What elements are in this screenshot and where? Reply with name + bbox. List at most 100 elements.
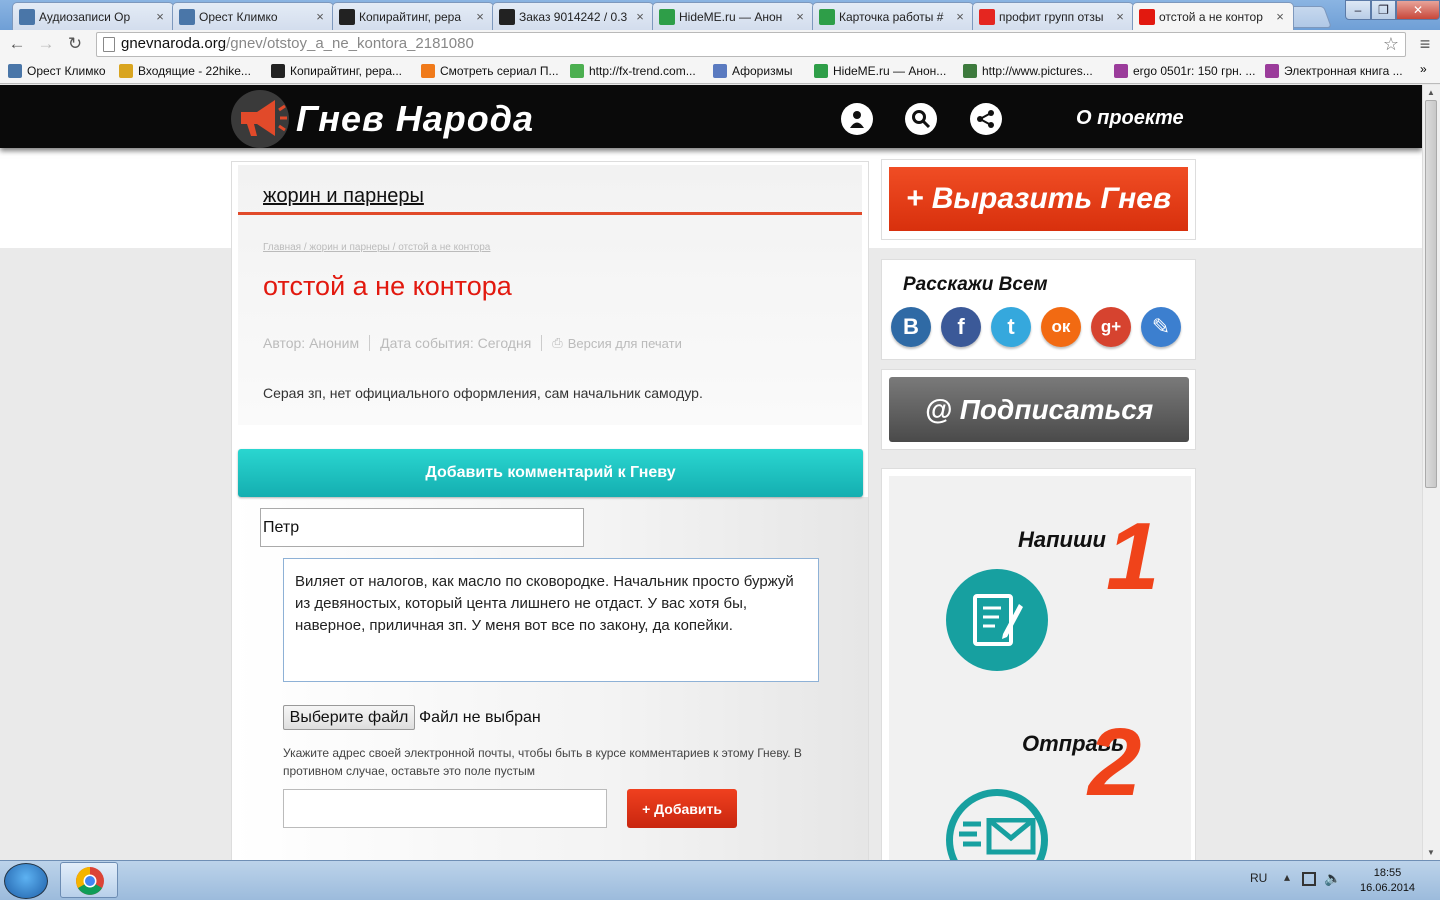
about-link[interactable]: О проекте bbox=[1076, 107, 1184, 130]
book-icon bbox=[1265, 64, 1279, 78]
author-label: Автор: Аноним bbox=[263, 335, 360, 351]
close-window-button[interactable]: ✕ bbox=[1396, 0, 1440, 20]
close-tab-icon[interactable]: × bbox=[633, 9, 647, 24]
bookmark-item[interactable]: ergo 0501r: 150 грн. ... bbox=[1114, 62, 1255, 80]
tab-1[interactable]: Аудиозаписи Ор × bbox=[12, 2, 174, 30]
close-tab-icon[interactable]: × bbox=[793, 9, 807, 24]
more-bookmarks-icon[interactable]: » bbox=[1420, 62, 1427, 76]
bookmark-star-icon[interactable]: ☆ bbox=[1383, 34, 1399, 55]
url-path: /gnev/otstoy_a_ne_kontora_2181080 bbox=[226, 35, 474, 52]
write-document-icon bbox=[946, 569, 1048, 671]
tab-title: Карточка работы # bbox=[839, 9, 944, 24]
email-field[interactable] bbox=[283, 789, 607, 828]
megaphone-icon[interactable] bbox=[231, 90, 289, 148]
bookmark-item[interactable]: Входящие - 22hike... bbox=[119, 62, 251, 80]
fx-icon bbox=[570, 64, 584, 78]
chrome-taskbar-button[interactable] bbox=[60, 862, 118, 898]
facebook-icon[interactable]: f bbox=[941, 307, 981, 347]
bookmark-item[interactable]: Афоризмы bbox=[713, 62, 792, 80]
page-title: отстой а не контора bbox=[263, 271, 512, 301]
a-icon bbox=[499, 8, 515, 25]
chrome-icon bbox=[76, 867, 104, 895]
category-link[interactable]: жорин и парнеры bbox=[263, 185, 424, 208]
ergo-icon bbox=[1114, 64, 1128, 78]
tab-6[interactable]: Карточка работы # × bbox=[812, 2, 974, 30]
add-comment-button[interactable]: + Добавить bbox=[627, 789, 737, 828]
restore-button[interactable]: ❐ bbox=[1371, 0, 1396, 20]
f-icon bbox=[421, 64, 435, 78]
tab-2[interactable]: Орест Климко × bbox=[172, 2, 334, 30]
livejournal-icon[interactable]: ✎ bbox=[1141, 307, 1181, 347]
choose-file-button[interactable]: Выберите файл bbox=[283, 705, 415, 730]
menu-icon[interactable]: ≡ bbox=[1414, 33, 1436, 55]
bookmark-label: ergo 0501r: 150 грн. ... bbox=[1133, 64, 1256, 78]
forward-button[interactable]: → bbox=[35, 33, 57, 55]
volume-icon[interactable]: 🔈 bbox=[1324, 870, 1341, 887]
share-title: Расскажи Всем bbox=[903, 274, 1048, 295]
close-tab-icon[interactable]: × bbox=[153, 9, 167, 24]
minimize-button[interactable]: – bbox=[1345, 0, 1371, 20]
bookmark-item[interactable]: Электронная книга ... bbox=[1265, 62, 1403, 80]
comment-textarea[interactable]: Виляет от налогов, как масло по сковород… bbox=[283, 558, 819, 682]
bookmark-item[interactable]: Копирайтинг, рера... bbox=[271, 62, 402, 80]
tray-arrow-icon[interactable]: ▴ bbox=[1284, 870, 1290, 884]
breadcrumb-current[interactable]: отстой а не контора bbox=[398, 242, 490, 253]
bookmark-item[interactable]: http://fx-trend.com... bbox=[570, 62, 696, 80]
odnoklassniki-icon[interactable]: ок bbox=[1041, 307, 1081, 347]
close-tab-icon[interactable]: × bbox=[473, 9, 487, 24]
tab-title: отстой а не контор bbox=[1159, 9, 1263, 24]
print-version-link[interactable]: Версия для печати bbox=[568, 336, 682, 351]
breadcrumb-category[interactable]: жорин и парнеры bbox=[309, 242, 389, 253]
close-tab-icon[interactable]: × bbox=[313, 9, 327, 24]
close-tab-icon[interactable]: × bbox=[1273, 9, 1287, 24]
bookmark-label: http://www.pictures... bbox=[982, 64, 1093, 78]
bookmark-item[interactable]: Орест Климко bbox=[8, 62, 106, 80]
close-tab-icon[interactable]: × bbox=[1113, 9, 1127, 24]
printer-icon: ⎙ bbox=[552, 335, 563, 350]
search-icon[interactable] bbox=[905, 103, 937, 135]
site-logo-text[interactable]: Гнев Народа bbox=[296, 98, 534, 140]
bookmark-item[interactable]: http://www.pictures... bbox=[963, 62, 1093, 80]
bookmark-label: Электронная книга ... bbox=[1284, 64, 1403, 78]
taskbar bbox=[0, 860, 1440, 900]
bookmark-item[interactable]: HideME.ru — Анон... bbox=[814, 62, 946, 80]
close-tab-icon[interactable]: × bbox=[953, 9, 967, 24]
address-bar[interactable]: gnevnaroda.org/gnev/otstoy_a_ne_kontora_… bbox=[96, 32, 1406, 57]
picture-icon bbox=[963, 64, 977, 78]
event-date-label: Дата события: Сегодня bbox=[380, 335, 532, 351]
tab-title: Аудиозаписи Ор bbox=[39, 9, 131, 24]
language-indicator[interactable]: RU bbox=[1250, 871, 1267, 885]
scroll-up-icon[interactable]: ▲ bbox=[1422, 85, 1440, 100]
bookmark-item[interactable]: Смотреть сериал П... bbox=[421, 62, 559, 80]
tab-5[interactable]: HideME.ru — Анон × bbox=[652, 2, 814, 30]
tab-7[interactable]: профит групп отзы × bbox=[972, 2, 1134, 30]
add-comment-header[interactable]: Добавить комментарий к Гневу bbox=[238, 449, 863, 497]
tab-4[interactable]: Заказ 9014242 / 0.3 × bbox=[492, 2, 654, 30]
clock[interactable]: 18:55 16.06.2014 bbox=[1360, 866, 1415, 896]
scrollbar-thumb[interactable] bbox=[1425, 100, 1437, 488]
back-button[interactable]: ← bbox=[6, 33, 28, 55]
page-viewport: Гнев Народа О проекте жорин и парнеры Гл… bbox=[0, 85, 1422, 860]
breadcrumb-home[interactable]: Главная bbox=[263, 242, 301, 253]
megaphone-icon bbox=[1139, 8, 1155, 25]
category-divider bbox=[238, 212, 862, 215]
nav-bar: ← → ↻ gnevnaroda.org/gnev/otstoy_a_ne_ko… bbox=[0, 30, 1440, 58]
url-domain: gnevnaroda.org bbox=[121, 35, 227, 52]
bookmark-label: HideME.ru — Анон... bbox=[833, 64, 947, 78]
name-field[interactable]: Петр bbox=[260, 508, 584, 547]
share-icon[interactable] bbox=[970, 103, 1002, 135]
network-icon[interactable] bbox=[1302, 872, 1316, 886]
scroll-down-icon[interactable]: ▼ bbox=[1422, 845, 1440, 860]
user-icon[interactable] bbox=[841, 103, 873, 135]
tab-8[interactable]: отстой а не контор × bbox=[1132, 2, 1294, 30]
twitter-icon[interactable]: t bbox=[991, 307, 1031, 347]
express-anger-button[interactable]: + Выразить Гнев bbox=[889, 167, 1188, 231]
start-button[interactable] bbox=[4, 863, 48, 899]
subscribe-button[interactable]: @ Подписаться bbox=[889, 377, 1189, 442]
bookmark-label: Смотреть сериал П... bbox=[440, 64, 559, 78]
vk-icon[interactable]: В bbox=[891, 307, 931, 347]
tab-3[interactable]: Копирайтинг, рера × bbox=[332, 2, 494, 30]
reload-button[interactable]: ↻ bbox=[64, 33, 86, 55]
tab-title: HideME.ru — Анон bbox=[679, 9, 783, 24]
google-plus-icon[interactable]: g+ bbox=[1091, 307, 1131, 347]
